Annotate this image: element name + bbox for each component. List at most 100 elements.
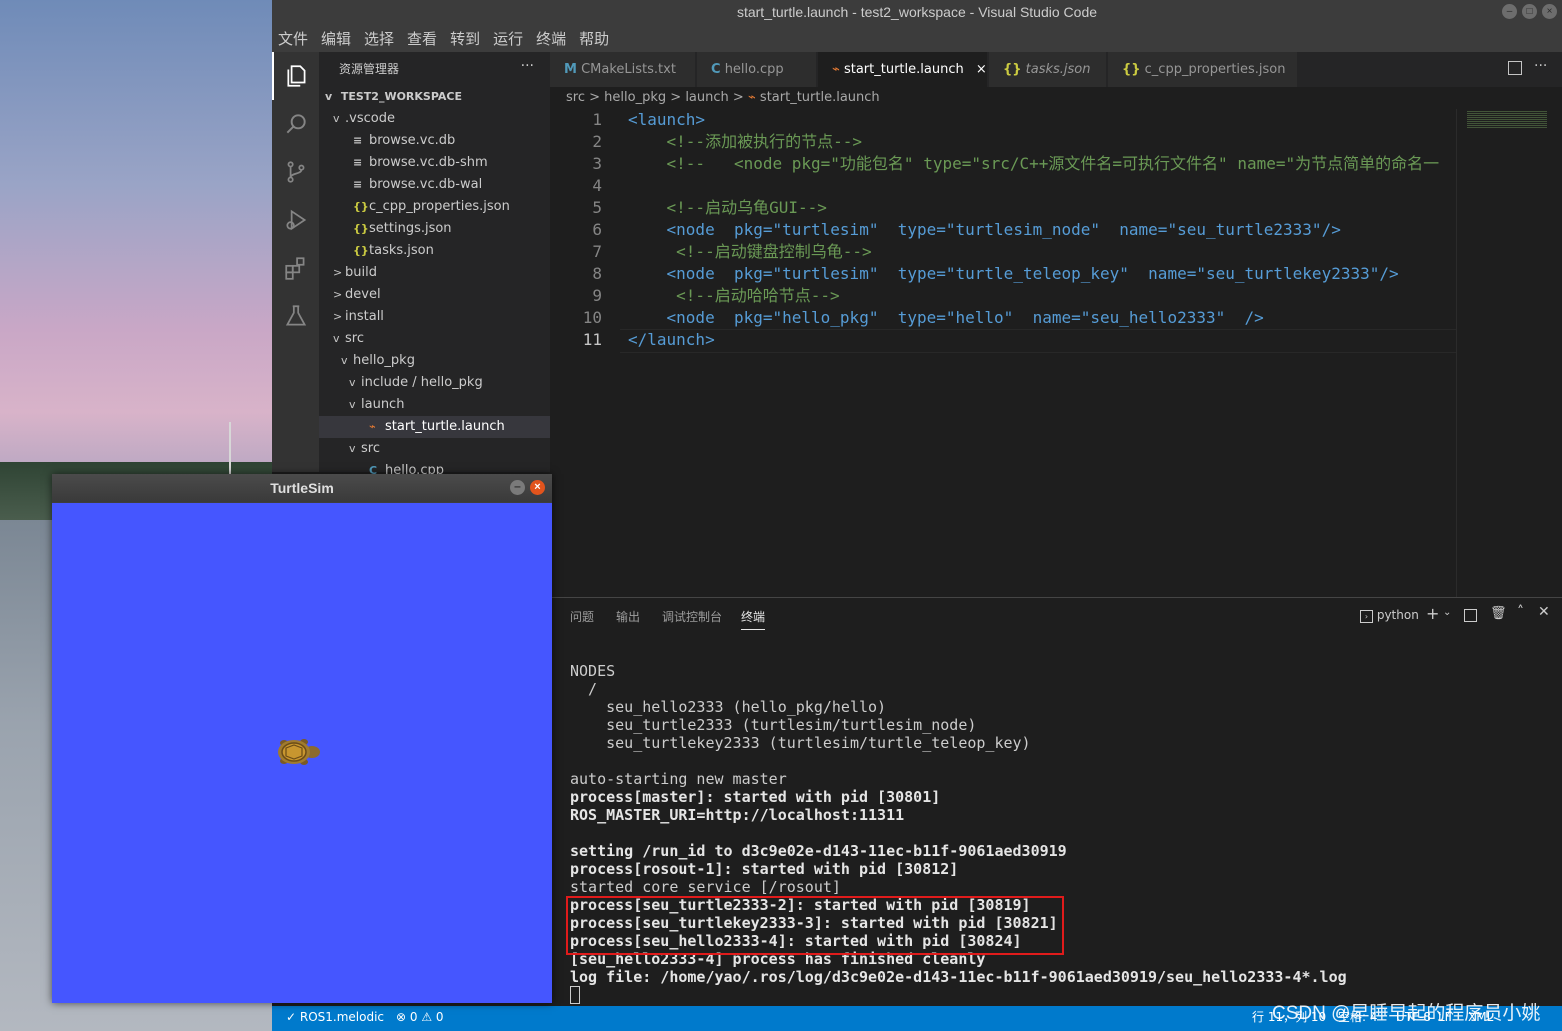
line-number: 9	[592, 286, 602, 305]
line-number: 8	[592, 264, 602, 283]
tab-output[interactable]: 输出	[616, 608, 640, 625]
terminal-icon: ›	[1360, 610, 1373, 623]
more-tab-actions-icon[interactable]: ···	[1534, 58, 1547, 74]
code-editor[interactable]: 1 <launch> 2 <!--添加被执行的节点--> 3 <!-- <node p…	[550, 109, 1456, 597]
search-icon[interactable]	[272, 100, 319, 148]
terminal-line: process[master]: started with pid [30801…	[570, 788, 941, 806]
minimap[interactable]	[1456, 109, 1562, 597]
turtlesim-titlebar: TurtleSim – ×	[52, 474, 552, 502]
line-number: 2	[592, 132, 602, 151]
tree-item[interactable]: v launch	[319, 394, 580, 416]
tab-debug-console[interactable]: 调试控制台	[662, 608, 722, 625]
tree-item-label: start_turtle.launch	[385, 419, 505, 434]
tree-item-label: src	[361, 441, 380, 456]
extensions-icon[interactable]	[272, 244, 319, 292]
line-number: 5	[592, 198, 602, 217]
menu-view[interactable]: 查看	[407, 28, 437, 49]
tree-item[interactable]: {}c_cpp_properties.json	[319, 196, 572, 218]
terminal-line: process[rosout-1]: started with pid [308…	[570, 860, 959, 878]
maximize-panel-icon[interactable]: ˄	[1517, 604, 1524, 620]
minimize-icon[interactable]: –	[510, 480, 525, 495]
tree-item[interactable]: v src	[319, 328, 564, 350]
tree-item[interactable]: {}tasks.json	[319, 240, 572, 262]
more-actions-icon[interactable]: ···	[521, 58, 534, 74]
menu-edit[interactable]: 编辑	[321, 28, 351, 49]
testing-icon[interactable]	[272, 292, 319, 340]
close-window-icon[interactable]: ×	[530, 480, 545, 495]
chevron-down-icon[interactable]: ⌄	[1443, 607, 1451, 618]
crumb-file[interactable]: start_turtle.launch	[760, 90, 880, 105]
run-debug-icon[interactable]	[272, 196, 319, 244]
tab-start-turtle-launch[interactable]: ⌁ start_turtle.launch ×	[818, 52, 988, 87]
tree-item-label: devel	[345, 287, 381, 302]
rss-icon: ⌁	[832, 62, 840, 77]
split-terminal-icon[interactable]	[1464, 609, 1477, 622]
json-icon: {}	[353, 244, 369, 257]
line-number: 7	[592, 242, 602, 261]
tab-tasks-json[interactable]: {} tasks.json	[989, 52, 1107, 87]
tree-item-label: install	[345, 309, 384, 324]
crumb-separator: >	[732, 90, 744, 105]
terminal-line: log file: /home/yao/.ros/log/d3c9e02e-d1…	[570, 968, 1347, 986]
menu-file[interactable]: 文件	[278, 28, 308, 49]
problems-count[interactable]: ⊗ 0 ⚠ 0	[396, 1006, 444, 1028]
tab-problems[interactable]: 问题	[570, 608, 594, 625]
tree-item[interactable]: v include / hello_pkg	[319, 372, 580, 394]
close-window-icon[interactable]: ×	[1542, 4, 1557, 19]
tree-item[interactable]: > build	[319, 262, 564, 284]
ros-status[interactable]: ✓ ROS1.melodic	[286, 1006, 384, 1028]
terminal-shell-selector[interactable]: › python	[1360, 608, 1419, 623]
tree-item-label: launch	[361, 397, 405, 412]
rss-icon: ⌁	[747, 90, 756, 105]
tree-item[interactable]: v src	[319, 438, 580, 460]
maximize-icon[interactable]: □	[1522, 4, 1537, 19]
explorer-icon[interactable]	[272, 52, 319, 100]
tree-item[interactable]: > devel	[319, 284, 564, 306]
menu-run[interactable]: 运行	[493, 28, 523, 49]
crumb-src[interactable]: src	[566, 90, 585, 105]
line-number: 10	[582, 308, 602, 327]
tab-hello-cpp[interactable]: C hello.cpp	[697, 52, 817, 87]
menu-bar: 文件 编辑 选择 查看 转到 运行 终端 帮助	[272, 24, 1562, 52]
trash-icon[interactable]: 🗑	[1490, 606, 1507, 621]
tree-item[interactable]: ≡ browse.vc.db	[319, 130, 572, 152]
source-control-icon[interactable]	[272, 148, 319, 196]
tree-item[interactable]: v hello_pkg	[319, 350, 572, 372]
crumb-hello-pkg[interactable]: hello_pkg	[604, 90, 666, 105]
workspace-root[interactable]: v TEST2_WORKSPACE	[319, 86, 556, 108]
terminal-line: auto-starting new master	[570, 770, 787, 788]
tree-item[interactable]: ≡ browse.vc.db-wal	[319, 174, 572, 196]
close-tab-icon[interactable]: ×	[976, 62, 987, 77]
code-line: <!--启动哈哈节点-->	[628, 286, 840, 305]
tab-label: start_turtle.launch	[843, 62, 964, 77]
tab-cmakelists[interactable]: M CMakeLists.txt	[550, 52, 696, 87]
code-line: <node pkg="turtlesim" type="turtle_teleo…	[628, 264, 1399, 283]
tree-item[interactable]: {}settings.json	[319, 218, 572, 240]
tab-terminal[interactable]: 终端	[741, 608, 766, 630]
tree-item-label: browse.vc.db-wal	[369, 177, 483, 192]
chevron-down-icon: v	[341, 354, 348, 367]
json-icon: {}	[1122, 62, 1141, 77]
tree-item[interactable]: v .vscode	[319, 108, 564, 130]
menu-selection[interactable]: 选择	[364, 28, 394, 49]
terminal-line: setting /run_id to d3c9e02e-d143-11ec-b1…	[570, 842, 1067, 860]
chevron-right-icon: >	[333, 266, 343, 279]
menu-help[interactable]: 帮助	[579, 28, 609, 49]
tree-item[interactable]: ≡ browse.vc.db-shm	[319, 152, 572, 174]
tab-c-cpp-properties[interactable]: {} c_cpp_properties.json	[1108, 52, 1298, 87]
chevron-right-icon: >	[333, 310, 343, 323]
close-panel-icon[interactable]: ✕	[1538, 604, 1550, 620]
tree-item[interactable]: > install	[319, 306, 564, 328]
workspace-name: TEST2_WORKSPACE	[340, 90, 462, 103]
crumb-launch[interactable]: launch	[685, 90, 728, 105]
menu-go[interactable]: 转到	[450, 28, 480, 49]
minimize-icon[interactable]: –	[1502, 4, 1517, 19]
menu-terminal[interactable]: 终端	[536, 28, 566, 49]
tree-item[interactable]: ⌁ start_turtle.launch	[319, 416, 588, 438]
minimap-preview	[1467, 111, 1547, 129]
tab-label: c_cpp_properties.json	[1144, 62, 1286, 77]
json-icon: {}	[353, 222, 369, 235]
sailboat-mast	[229, 422, 231, 474]
new-terminal-icon[interactable]: +	[1426, 604, 1439, 623]
split-editor-icon[interactable]	[1508, 61, 1522, 75]
